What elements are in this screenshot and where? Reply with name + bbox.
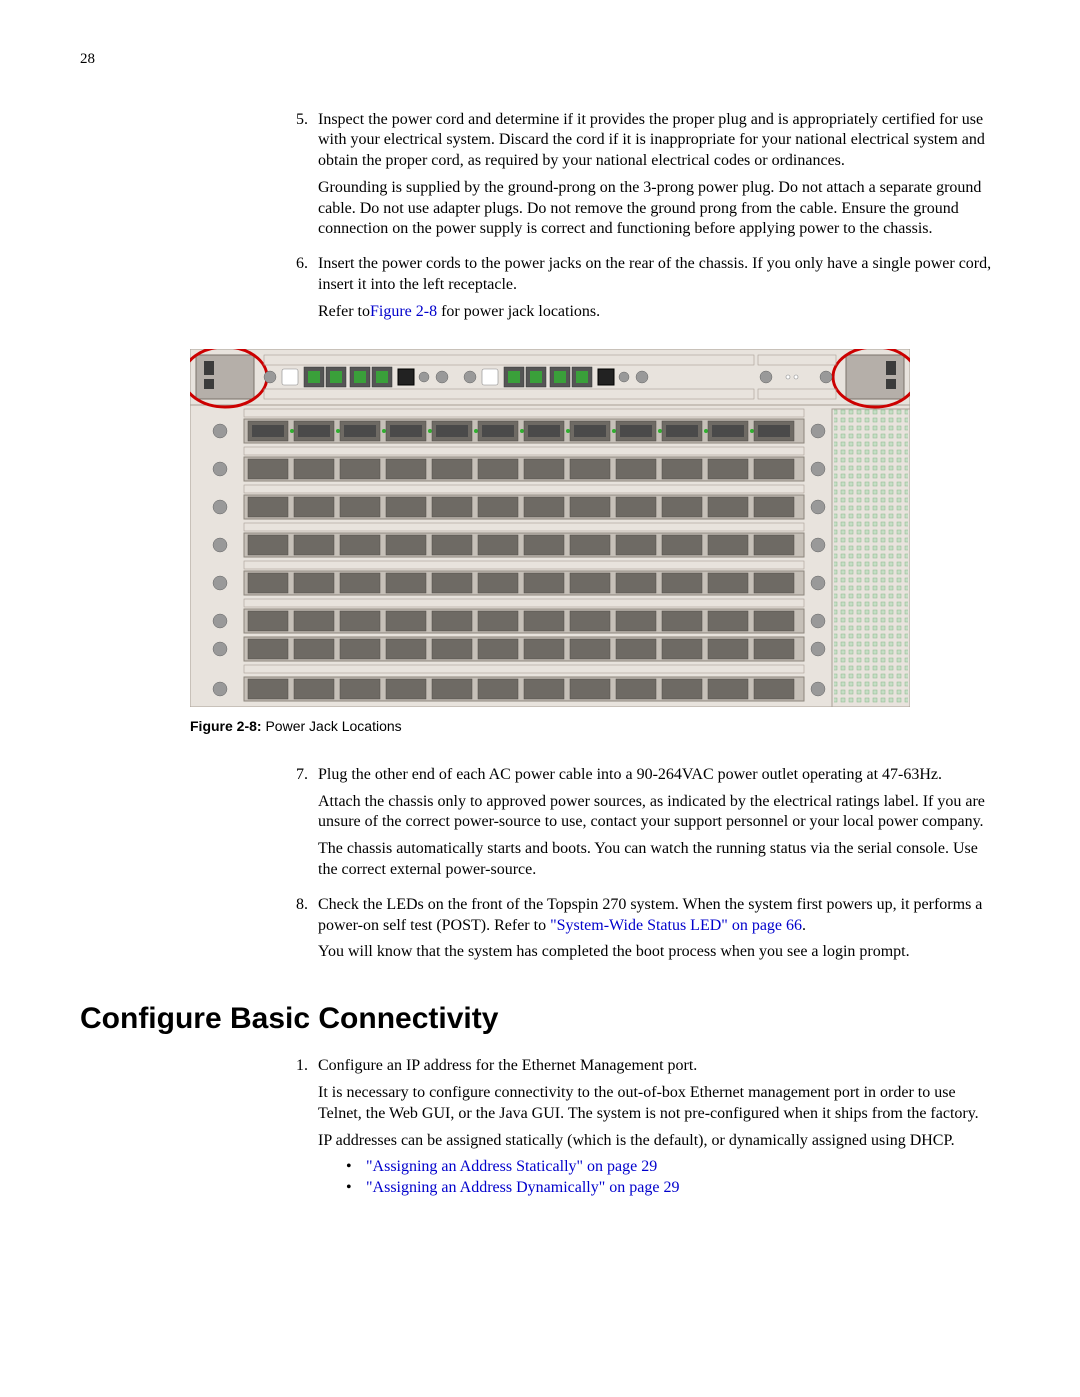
step-text: Insert the power cords to the power jack… — [318, 254, 1000, 296]
cross-ref-link[interactable]: "Assigning an Address Statically" on pag… — [366, 1158, 657, 1175]
step-number: 5. — [280, 110, 318, 247]
step-text: Configure an IP address for the Ethernet… — [318, 1056, 1000, 1077]
step-number: 8. — [280, 895, 318, 969]
step-text: Inspect the power cord and determine if … — [318, 110, 1000, 172]
step-number: 6. — [280, 254, 318, 328]
step-text: You will know that the system has comple… — [318, 942, 1000, 963]
install-steps-part-a: 5. Inspect the power cord and determine … — [280, 110, 1000, 329]
step-text: Plug the other end of each AC power cabl… — [318, 765, 1000, 786]
step-text: Check the LEDs on the front of the Topsp… — [318, 895, 1000, 937]
figure-link[interactable]: Figure 2-8 — [370, 303, 437, 320]
step-text: The chassis automatically starts and boo… — [318, 839, 1000, 881]
figure-caption: Figure 2-8: Power Jack Locations — [190, 717, 1000, 735]
cross-ref-link[interactable]: "System-Wide Status LED" on page 66 — [550, 917, 802, 934]
step-text: Grounding is supplied by the ground-pron… — [318, 178, 1000, 240]
section-heading: Configure Basic Connectivity — [80, 999, 1000, 1038]
install-steps-part-b: 7. Plug the other end of each AC power c… — [280, 765, 1000, 969]
step-text: It is necessary to configure connectivit… — [318, 1083, 1000, 1125]
step-text: Refer toFigure 2-8 for power jack locati… — [318, 302, 1000, 323]
step-number: 7. — [280, 765, 318, 887]
page-number: 28 — [80, 50, 1000, 70]
figure-power-jack-locations — [190, 349, 910, 707]
step-text: IP addresses can be assigned statically … — [318, 1131, 1000, 1152]
cross-ref-link[interactable]: "Assigning an Address Dynamically" on pa… — [366, 1179, 679, 1196]
step-number: 1. — [280, 1056, 318, 1199]
step-text: Attach the chassis only to approved powe… — [318, 792, 1000, 834]
configure-steps: 1. Configure an IP address for the Ether… — [280, 1056, 1000, 1199]
bullet-list: "Assigning an Address Statically" on pag… — [346, 1157, 1000, 1199]
